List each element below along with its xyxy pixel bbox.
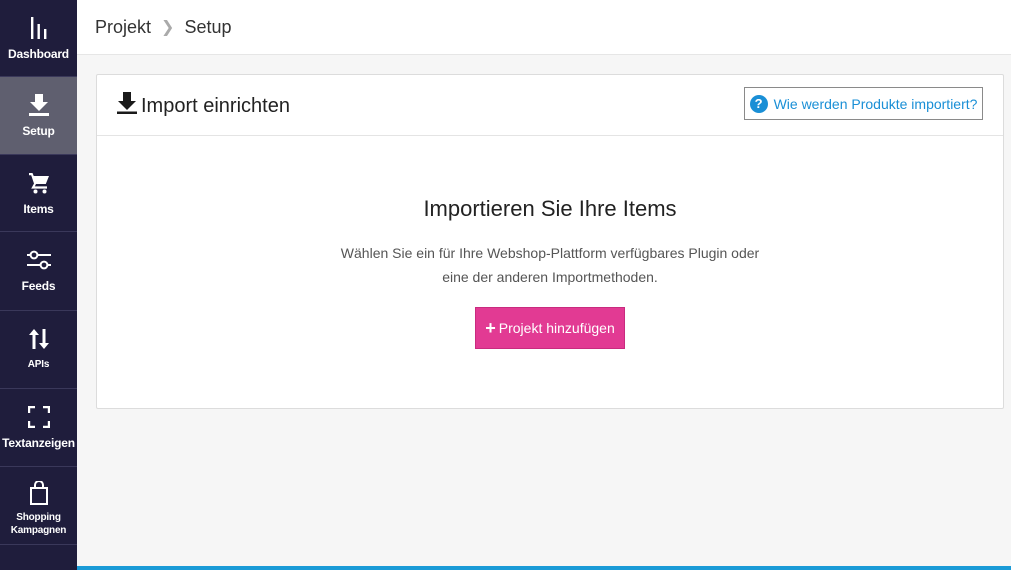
sidebar-item-items[interactable]: Items (0, 155, 77, 232)
sidebar-item-feeds[interactable]: Feeds (0, 232, 77, 311)
add-project-button[interactable]: + Projekt hinzufügen (475, 307, 625, 349)
empty-state-description: Wählen Sie ein für Ihre Webshop-Plattfor… (97, 241, 1003, 289)
sidebar-item-label-line2: Kampagnen (10, 525, 67, 536)
sidebar-item-shopping-kampagnen[interactable]: Shopping Kampagnen (0, 467, 77, 545)
empty-state-headline: Importieren Sie Ihre Items (423, 196, 677, 221)
breadcrumb-item-projekt[interactable]: Projekt (95, 17, 151, 38)
sidebar-item-label: Dashboard (8, 47, 69, 61)
plus-icon: + (485, 318, 496, 338)
sliders-icon (26, 248, 51, 272)
sidebar-item-label: Setup (22, 124, 55, 138)
sidebar: Dashboard Setup Items Feeds APIs Textanz… (0, 0, 77, 570)
breadcrumb-item-setup: Setup (184, 16, 232, 37)
download-icon (117, 92, 141, 120)
chart-bars-icon (29, 16, 49, 40)
sidebar-item-dashboard[interactable]: Dashboard (0, 0, 77, 77)
description-line2: eine der anderen Importmethoden. (442, 269, 658, 285)
sidebar-item-label: Feeds (21, 279, 56, 293)
frame-corners-icon (27, 405, 50, 429)
sidebar-item-label: Textanzeigen (2, 436, 75, 450)
help-button-label: Wie werden Produkte importiert? (773, 95, 978, 112)
add-project-button-label: Projekt hinzufügen (498, 320, 615, 336)
sidebar-item-label: Shopping Kampagnen (10, 511, 67, 537)
help-button[interactable]: ? Wie werden Produkte importiert? (744, 87, 983, 120)
question-circle-icon: ? (749, 94, 768, 113)
sidebar-item-label: APIs (27, 359, 50, 370)
description-line1: Wählen Sie ein für Ihre Webshop-Plattfor… (340, 245, 760, 261)
card-header: Import einrichten ? Wie werden Produkte … (97, 75, 1003, 136)
bottom-accent-bar (77, 566, 1011, 570)
chevron-right-icon: ❯ (161, 19, 175, 36)
sidebar-item-setup[interactable]: Setup (0, 77, 77, 155)
sidebar-item-label: Items (23, 202, 54, 216)
sidebar-item-textanzeigen[interactable]: Textanzeigen (0, 389, 77, 467)
card-title-text: Import einrichten (141, 94, 290, 117)
breadcrumb: Projekt ❯ Setup (77, 0, 1011, 55)
shopping-cart-icon (28, 171, 50, 195)
card-title: Import einrichten (117, 92, 290, 120)
sidebar-item-apis[interactable]: APIs (0, 311, 77, 389)
sidebar-item-label-line1: Shopping (16, 512, 61, 523)
shopping-bag-icon (29, 481, 49, 505)
download-icon (28, 93, 50, 117)
up-down-arrows-icon (28, 327, 50, 351)
import-card: Import einrichten ? Wie werden Produkte … (96, 74, 1004, 409)
